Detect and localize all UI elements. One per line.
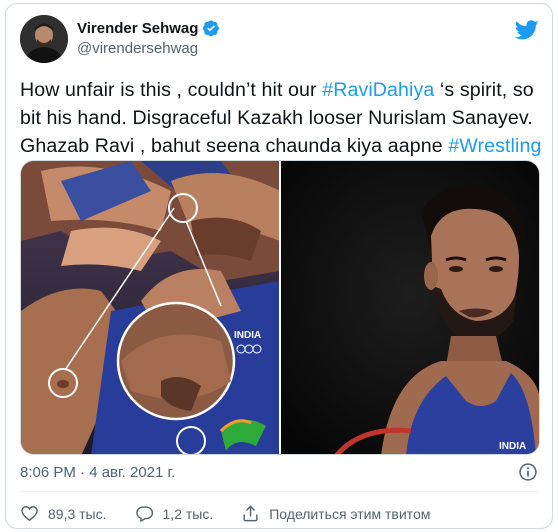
reply-bubble-icon [135,506,153,522]
singlet-india-text-right: INDIA [499,441,526,452]
tweet-text-part-1: How unfair is this , couldn’t hit our [20,79,323,101]
media-photo-right[interactable]: INDIA [281,161,539,454]
tweet-media: INDIA INDIA [20,160,540,455]
author-name[interactable]: Virender Sehwag [77,19,220,37]
replies-count: 1,2 тыс. [162,505,214,522]
author-name-text[interactable]: Virender Sehwag [77,20,198,37]
share-label: Поделиться этим твитом [269,505,431,522]
hashtag-wrestling[interactable]: #Wrestling [448,135,541,157]
tweet-card: Virender Sehwag @virendersehwag How unfa… [5,3,553,529]
tweet-actions: 89,3 тыс. 1,2 тыс. Поделиться этим твито… [20,504,458,523]
tweet-text: How unfair is this , couldn’t hit our #R… [20,76,545,160]
hashtag-ravidahiya[interactable]: #RaviDahiya [322,79,434,101]
twitter-logo-icon[interactable] [515,18,539,42]
actions-divider [20,491,538,492]
tweet-timestamp[interactable]: 8:06 PM · 4 авг. 2021 г. [20,464,175,481]
media-photo-left[interactable]: INDIA [21,161,279,454]
author-avatar[interactable] [20,15,68,63]
heart-icon [21,506,38,522]
singlet-india-text-left: INDIA [234,330,261,341]
reply-button[interactable]: 1,2 тыс. [135,504,214,523]
verified-badge-icon [203,20,220,37]
like-button[interactable]: 89,3 тыс. [20,504,107,523]
author-handle[interactable]: @virendersehwag [77,40,198,57]
likes-count: 89,3 тыс. [48,505,107,522]
share-button[interactable]: Поделиться этим твитом [241,504,430,523]
share-upload-icon [243,505,258,522]
info-icon[interactable] [518,462,538,482]
